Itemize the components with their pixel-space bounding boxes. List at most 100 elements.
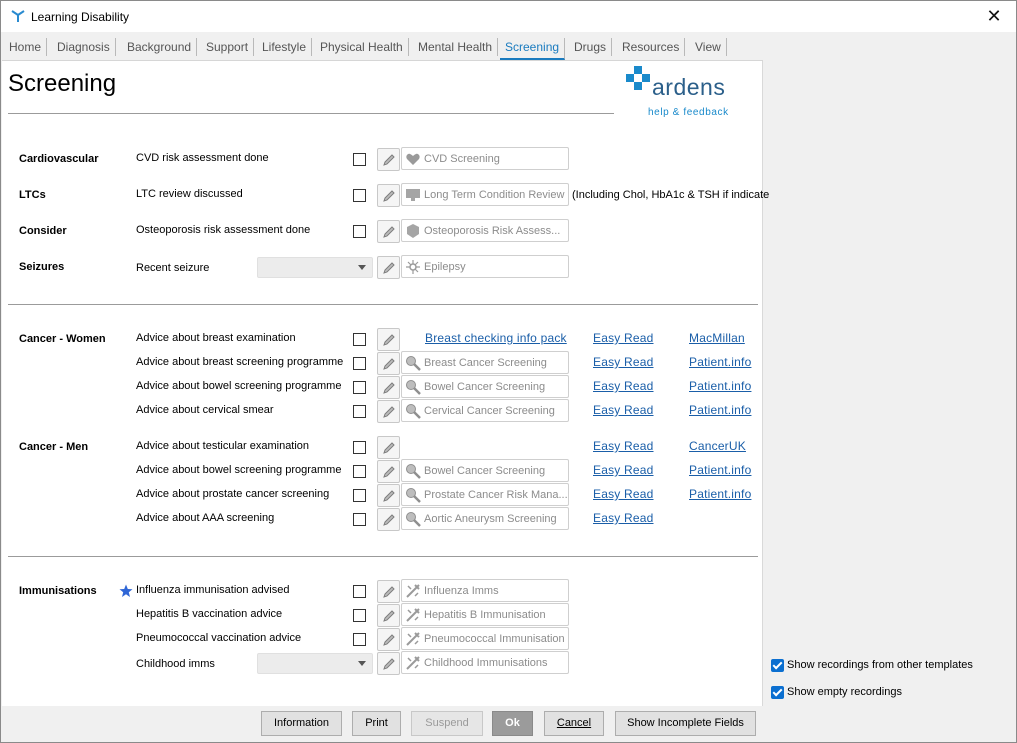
bowel-screen-women-checkbox[interactable]	[353, 381, 366, 394]
cervical-easy-read-link[interactable]: Easy Read	[593, 403, 654, 417]
bowel-screen-women-patient-info-link[interactable]: Patient.info	[689, 379, 751, 393]
cervical-checkbox[interactable]	[353, 405, 366, 418]
flu-code-field[interactable]: Influenza Imms	[401, 579, 569, 602]
show-empty-checkbox[interactable]	[771, 686, 784, 699]
breast-exam-easy-read-link[interactable]: Easy Read	[593, 331, 654, 345]
pneumo-checkbox[interactable]	[353, 633, 366, 646]
breast-screen-checkbox[interactable]	[353, 357, 366, 370]
prostate-patient-info-link[interactable]: Patient.info	[689, 487, 751, 501]
pneumo-code-text: Pneumococcal Immunisation	[424, 633, 565, 645]
bowel-screen-women-edit-button[interactable]	[377, 376, 400, 399]
flu-edit-button[interactable]	[377, 580, 400, 603]
seizure-code-field[interactable]: Epilepsy	[401, 255, 569, 278]
aaa-edit-button[interactable]	[377, 508, 400, 531]
bowel-screen-men-easy-read-link[interactable]: Easy Read	[593, 463, 654, 477]
pneumo-code-field[interactable]: Pneumococcal Immunisation	[401, 627, 569, 650]
logo-wordmark: ardens	[652, 74, 726, 100]
magnifier-icon	[406, 488, 421, 503]
cervical-edit-button[interactable]	[377, 400, 400, 423]
show-other-templates-checkbox[interactable]	[771, 659, 784, 672]
bowel-screen-women-code-field[interactable]: Bowel Cancer Screening	[401, 375, 569, 398]
ltc-label: LTC review discussed	[136, 188, 243, 200]
ltc-code-field[interactable]: Long Term Condition Review	[401, 183, 569, 206]
breast-screen-code-field[interactable]: Breast Cancer Screening	[401, 351, 569, 374]
bowel-screen-men-code-field[interactable]: Bowel Cancer Screening	[401, 459, 569, 482]
cvd-code-field[interactable]: CVD Screening	[401, 147, 569, 170]
prostate-edit-button[interactable]	[377, 484, 400, 507]
hepb-code-field[interactable]: Hepatitis B Immunisation	[401, 603, 569, 626]
osteo-code-field[interactable]: Osteoporosis Risk Assess...	[401, 219, 569, 242]
ardens-logo[interactable]: ardens help & feedback	[622, 66, 732, 118]
tab-mental-health[interactable]: Mental Health	[413, 38, 499, 56]
tab-background[interactable]: Background	[122, 38, 198, 56]
help-feedback-link[interactable]: help & feedback	[648, 107, 729, 118]
tab-diagnosis[interactable]: Diagnosis	[52, 38, 116, 56]
tab-physical-health[interactable]: Physical Health	[315, 38, 409, 56]
tab-support[interactable]: Support	[201, 38, 255, 56]
divider	[8, 556, 758, 557]
cvd-checkbox[interactable]	[353, 153, 366, 166]
hepb-edit-button[interactable]	[377, 604, 400, 627]
testicular-checkbox[interactable]	[353, 441, 366, 454]
close-button[interactable]: ✕	[972, 1, 1016, 32]
aaa-checkbox[interactable]	[353, 513, 366, 526]
tab-drugs[interactable]: Drugs	[569, 38, 613, 56]
bowel-screen-men-patient-info-link[interactable]: Patient.info	[689, 463, 751, 477]
prostate-code-field[interactable]: Prostate Cancer Risk Mana...	[401, 483, 569, 506]
print-button[interactable]: Print	[352, 711, 401, 736]
tab-view[interactable]: View	[690, 38, 727, 56]
breast-exam-macmillan-link[interactable]: MacMillan	[689, 331, 745, 345]
pneumo-edit-button[interactable]	[377, 628, 400, 651]
cvd-edit-button[interactable]	[377, 148, 400, 171]
childhood-imms-edit-button[interactable]	[377, 652, 400, 675]
title-bar: Learning Disability ✕	[1, 1, 1016, 32]
testicular-edit-button[interactable]	[377, 436, 400, 459]
hepb-checkbox[interactable]	[353, 609, 366, 622]
breast-exam-checkbox[interactable]	[353, 333, 366, 346]
testicular-cancer-uk-link[interactable]: CancerUK	[689, 439, 746, 453]
aaa-code-field[interactable]: Aortic Aneurysm Screening	[401, 507, 569, 530]
prostate-easy-read-link[interactable]: Easy Read	[593, 487, 654, 501]
bowel-screen-women-easy-read-link[interactable]: Easy Read	[593, 379, 654, 393]
show-incomplete-fields-button[interactable]: Show Incomplete Fields	[615, 711, 756, 736]
breast-screen-edit-button[interactable]	[377, 352, 400, 375]
childhood-imms-code-field[interactable]: Childhood Immunisations	[401, 651, 569, 674]
ltc-checkbox[interactable]	[353, 189, 366, 202]
syringe-icon	[406, 632, 420, 646]
osteo-checkbox[interactable]	[353, 225, 366, 238]
ok-button[interactable]: Ok	[492, 711, 533, 736]
prostate-checkbox[interactable]	[353, 489, 366, 502]
bowel-screen-women-code-text: Bowel Cancer Screening	[424, 381, 546, 393]
information-button[interactable]: Information	[261, 711, 342, 736]
divider	[8, 113, 614, 114]
button-bar: Information Print Suspend Ok Cancel Show…	[1, 706, 1016, 742]
tab-resources[interactable]: Resources	[617, 38, 686, 56]
flu-checkbox[interactable]	[353, 585, 366, 598]
breast-exam-edit-button[interactable]	[377, 328, 400, 351]
seizure-code-text: Epilepsy	[424, 261, 466, 273]
testicular-easy-read-link[interactable]: Easy Read	[593, 439, 654, 453]
bowel-screen-men-edit-button[interactable]	[377, 460, 400, 483]
pencil-icon	[383, 190, 395, 202]
bowel-screen-men-checkbox[interactable]	[353, 465, 366, 478]
cervical-patient-info-link[interactable]: Patient.info	[689, 403, 751, 417]
seizure-dropdown[interactable]	[257, 257, 373, 278]
aaa-easy-read-link[interactable]: Easy Read	[593, 511, 654, 525]
ardens-cross-icon	[626, 66, 650, 90]
seizure-edit-button[interactable]	[377, 256, 400, 279]
ltc-edit-button[interactable]	[377, 184, 400, 207]
childhood-imms-dropdown[interactable]	[257, 653, 373, 674]
pencil-icon	[383, 358, 395, 370]
breast-checking-link[interactable]: Breast checking info pack	[425, 331, 567, 345]
suspend-button[interactable]: Suspend	[411, 711, 483, 736]
breast-screen-easy-read-link[interactable]: Easy Read	[593, 355, 654, 369]
cervical-code-field[interactable]: Cervical Cancer Screening	[401, 399, 569, 422]
cancel-button[interactable]: Cancel	[544, 711, 604, 736]
pencil-icon	[383, 154, 395, 166]
osteo-edit-button[interactable]	[377, 220, 400, 243]
tab-lifestyle[interactable]: Lifestyle	[257, 38, 313, 56]
tab-home[interactable]: Home	[4, 38, 48, 56]
app-logo-icon	[11, 10, 25, 22]
breast-screen-patient-info-link[interactable]: Patient.info	[689, 355, 751, 369]
tab-screening[interactable]: Screening	[500, 38, 566, 60]
